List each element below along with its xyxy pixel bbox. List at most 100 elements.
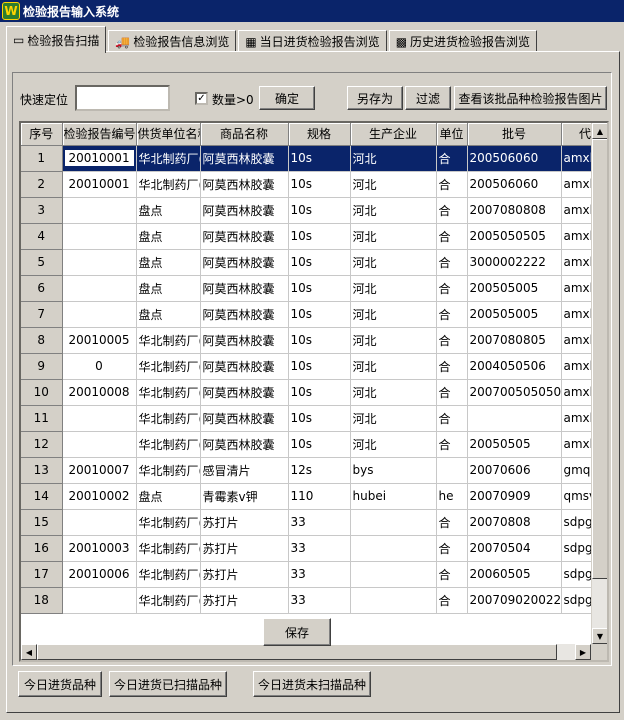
table-cell[interactable]: 33	[288, 509, 351, 536]
table-cell[interactable]: bys	[350, 457, 437, 484]
table-cell[interactable]: 苏打片	[200, 535, 289, 562]
table-cell[interactable]	[62, 275, 137, 302]
table-cell[interactable]: 10s	[288, 431, 351, 458]
row-number-cell[interactable]: 7	[21, 301, 63, 328]
table-cell[interactable]: 华北制药厂(	[136, 587, 201, 614]
table-cell[interactable]: 10s	[288, 171, 351, 198]
row-number-cell[interactable]: 5	[21, 249, 63, 276]
row-number-cell[interactable]: 4	[21, 223, 63, 250]
table-cell[interactable]: 33	[288, 535, 351, 562]
table-cell[interactable]: 合	[436, 301, 468, 328]
table-cell[interactable]: 河北	[350, 275, 437, 302]
table-cell[interactable]: 10s	[288, 353, 351, 380]
table-cell[interactable]: 河北	[350, 327, 437, 354]
table-row[interactable]: 9 0 华北制药厂(阿莫西林胶囊 10s 河北合 2004050506 amxl0	[21, 353, 607, 380]
today-scanned-button[interactable]: 今日进货已扫描品种	[109, 671, 227, 697]
table-cell[interactable]: 200506060	[467, 171, 562, 198]
row-number-cell[interactable]: 11	[21, 405, 63, 432]
col-header[interactable]: 供货单位名称	[136, 123, 201, 146]
table-cell[interactable]: 10s	[288, 249, 351, 276]
table-row[interactable]: 8 20010005 华北制药厂(阿莫西林胶囊 10s 河北合 2007080805 amx…	[21, 327, 607, 354]
table-cell[interactable]	[62, 301, 137, 328]
table-cell[interactable]: 苏打片	[200, 561, 289, 588]
table-cell[interactable]: 110	[288, 483, 351, 510]
table-cell[interactable]	[467, 405, 562, 432]
table-cell[interactable]: 合	[436, 535, 468, 562]
table-cell[interactable]: 20010007	[62, 457, 137, 484]
col-header[interactable]: 规格	[288, 123, 351, 146]
table-cell[interactable]: 合	[436, 145, 468, 172]
table-cell[interactable]: 合	[436, 171, 468, 198]
table-cell[interactable]: 合	[436, 327, 468, 354]
row-number-cell[interactable]: 8	[21, 327, 63, 354]
table-cell[interactable]: 2004050506	[467, 353, 562, 380]
row-number-cell[interactable]: 9	[21, 353, 63, 380]
table-cell[interactable]: 华北制药厂(	[136, 457, 201, 484]
table-cell[interactable]: 阿莫西林胶囊	[200, 327, 289, 354]
tab-history-browse[interactable]: ▩ 历史进货检验报告浏览	[388, 30, 538, 52]
table-cell[interactable]	[350, 587, 437, 614]
table-row[interactable]: 12 华北制药厂(阿莫西林胶囊 10s 河北合 20050505 amxl0	[21, 431, 607, 458]
table-cell[interactable]: 合	[436, 249, 468, 276]
table-row[interactable]: 6 盘点 阿莫西林胶囊 10s 河北合 200505005 amxl0	[21, 275, 607, 302]
table-cell[interactable]	[436, 457, 468, 484]
table-cell[interactable]: 20010008	[62, 379, 137, 406]
table-cell[interactable]: 盘点	[136, 301, 201, 328]
horizontal-scrollbar[interactable]: ◀ ▶	[21, 644, 591, 660]
row-number-cell[interactable]: 1	[21, 145, 63, 172]
table-cell[interactable]: 20070909	[467, 483, 562, 510]
vertical-scroll-thumb[interactable]	[592, 139, 607, 579]
table-cell[interactable]: 10s	[288, 275, 351, 302]
table-row[interactable]: 16 20010003 华北制药厂(苏打片 33 合 20070504 sdpgx	[21, 535, 607, 562]
table-cell[interactable]: 合	[436, 275, 468, 302]
table-cell[interactable]: 苏打片	[200, 509, 289, 536]
table-cell[interactable]: 阿莫西林胶囊	[200, 223, 289, 250]
confirm-button[interactable]: 确定	[259, 86, 315, 110]
table-cell[interactable]: 10s	[288, 405, 351, 432]
table-cell[interactable]: 感冒清片	[200, 457, 289, 484]
table-cell[interactable]: 10s	[288, 301, 351, 328]
save-as-button[interactable]: 另存为	[347, 86, 403, 110]
table-cell[interactable]: 阿莫西林胶囊	[200, 431, 289, 458]
table-cell[interactable]: 20010001	[62, 145, 137, 172]
scroll-up-icon[interactable]: ▲	[592, 123, 607, 139]
table-cell[interactable]: 20010002	[62, 483, 137, 510]
table-cell[interactable]: 合	[436, 587, 468, 614]
row-number-cell[interactable]: 12	[21, 431, 63, 458]
table-cell[interactable]: hubei	[350, 483, 437, 510]
table-cell[interactable]: 20070504	[467, 535, 562, 562]
tab-info-browse[interactable]: 🚚 检验报告信息浏览	[108, 30, 237, 52]
table-cell[interactable]: 盘点	[136, 483, 201, 510]
table-cell[interactable]: 20070606	[467, 457, 562, 484]
table-cell[interactable]: 苏打片	[200, 587, 289, 614]
table-cell[interactable]: 33	[288, 561, 351, 588]
table-cell[interactable]: 合	[436, 561, 468, 588]
table-cell[interactable]: 河北	[350, 301, 437, 328]
table-row[interactable]: 11 华北制药厂(阿莫西林胶囊 10s 河北合 amxl0	[21, 405, 607, 432]
table-cell[interactable]	[62, 249, 137, 276]
tab-scan[interactable]: ▭ 检验报告扫描	[6, 26, 107, 53]
table-cell[interactable]: 华北制药厂(	[136, 405, 201, 432]
table-cell[interactable]: 华北制药厂(	[136, 561, 201, 588]
today-items-button[interactable]: 今日进货品种	[18, 671, 102, 697]
table-cell[interactable]: 12s	[288, 457, 351, 484]
table-cell[interactable]: 3000002222	[467, 249, 562, 276]
table-cell[interactable]: 20010003	[62, 535, 137, 562]
col-header[interactable]: 序号	[21, 123, 63, 146]
table-cell[interactable]: 20060505	[467, 561, 562, 588]
table-cell[interactable]: 阿莫西林胶囊	[200, 249, 289, 276]
table-cell[interactable]	[62, 197, 137, 224]
row-number-cell[interactable]: 16	[21, 535, 63, 562]
table-cell[interactable]: 合	[436, 353, 468, 380]
table-cell[interactable]	[62, 431, 137, 458]
table-cell[interactable]: 华北制药厂(	[136, 353, 201, 380]
table-cell[interactable]: 华北制药厂(	[136, 145, 201, 172]
table-cell[interactable]: 合	[436, 405, 468, 432]
table-cell[interactable]: 盘点	[136, 223, 201, 250]
table-cell[interactable]: 华北制药厂(	[136, 171, 201, 198]
save-button[interactable]: 保存	[263, 618, 331, 646]
table-cell[interactable]: 10s	[288, 145, 351, 172]
table-cell[interactable]: 10s	[288, 327, 351, 354]
table-row[interactable]: 18 华北制药厂(苏打片 33 合 200709020022 sdpgx	[21, 587, 607, 614]
horizontal-scroll-thumb[interactable]	[37, 644, 557, 660]
